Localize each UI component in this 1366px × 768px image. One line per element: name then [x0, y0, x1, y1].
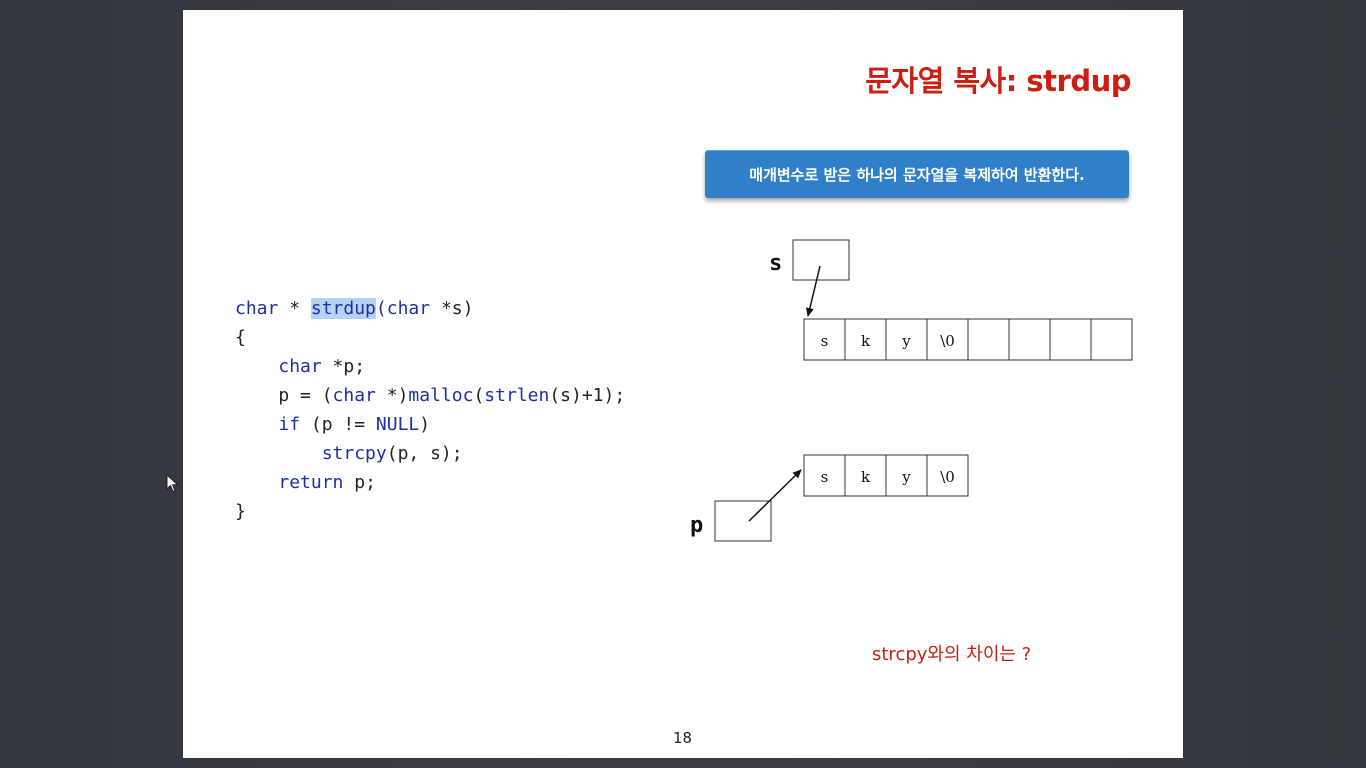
- memory-diagram: s s k y \0 s k y \0 p: [690, 239, 1133, 542]
- array-cell-char: y: [901, 332, 911, 350]
- pointer-label-p: p: [690, 513, 703, 538]
- array-cell: [1008, 318, 1051, 361]
- copied-string-array: s k y \0: [803, 454, 969, 497]
- array-cell: [967, 318, 1010, 361]
- array-cell-char: \0: [940, 468, 955, 486]
- array-cell-char: s: [821, 332, 829, 350]
- pointer-box-s: [792, 239, 850, 281]
- array-cell-char: k: [861, 332, 871, 350]
- array-cell-char: y: [901, 468, 911, 486]
- array-cell-char: s: [821, 468, 829, 486]
- question-text: strcpy와의 차이는 ?: [872, 644, 1032, 665]
- page-number: 18: [673, 729, 693, 747]
- array-cell: [1090, 318, 1133, 361]
- pointer-arrow-p: [748, 469, 802, 522]
- array-cell-char: \0: [940, 332, 955, 350]
- array-cell-char: k: [861, 468, 871, 486]
- pointer-label-s: s: [769, 251, 782, 276]
- slide: 문자열 복사: strdup 매개변수로 받은 하나의 문자열을 복제하여 반환…: [183, 10, 1183, 758]
- original-string-array: s k y \0: [803, 318, 1133, 361]
- presentation-viewer: 문자열 복사: strdup 매개변수로 받은 하나의 문자열을 복제하여 반환…: [0, 0, 1366, 768]
- array-cell: [1049, 318, 1092, 361]
- mouse-cursor-icon: [166, 474, 179, 493]
